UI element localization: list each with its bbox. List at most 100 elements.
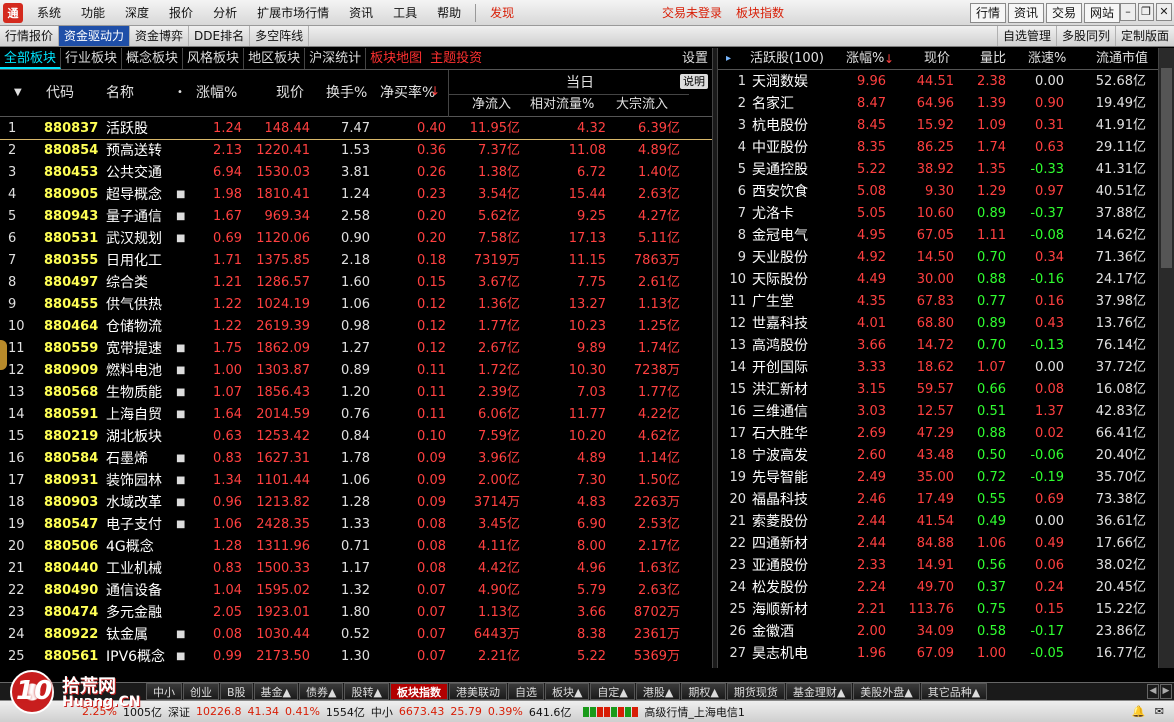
header-net-buy[interactable]: 净买率% <box>380 82 435 104</box>
menu-item[interactable]: 扩展市场行情 <box>247 0 339 26</box>
category-tab-red[interactable]: 板块地图 <box>366 48 426 69</box>
table-row[interactable]: 8 880497 综合类 1.21 1286.57 1.60 0.15 3.67亿 7.75 2.… <box>0 272 712 294</box>
pin-icon[interactable]: ▸ <box>726 48 731 70</box>
table-row[interactable]: 17 石大胜华 2.69 47.29 0.88 0.02 66.41亿 <box>718 423 1158 445</box>
table-row[interactable]: 4 中亚股份 8.35 86.25 1.74 0.63 29.11亿 <box>718 137 1158 159</box>
menu-item[interactable]: 工具 <box>383 0 427 26</box>
stock-table-scrollbar[interactable] <box>1158 48 1174 668</box>
header-stock-name[interactable]: 活跃股(100) <box>750 48 824 70</box>
table-row[interactable]: 19 880547 电子支付 ■ 1.06 2428.35 1.33 0.08 3.45亿 6.9… <box>0 514 712 536</box>
sort-arrow-icon[interactable]: ▼ <box>14 82 22 104</box>
settings-button[interactable]: 设置 <box>682 48 708 69</box>
header-code[interactable]: 代码 <box>46 82 74 104</box>
top-nav-button[interactable]: 资讯 <box>1007 3 1044 23</box>
header-relative[interactable]: 相对流量% <box>530 94 594 116</box>
header-vol-ratio[interactable]: 量比 <box>980 48 1006 70</box>
toolbar-right-button[interactable]: 多股同列 <box>1055 26 1115 46</box>
table-row[interactable]: 2 880854 预高送转 2.13 1220.41 1.53 0.36 7.37亿 11.08… <box>0 140 712 162</box>
table-row[interactable]: 21 880440 工业机械 0.83 1500.33 1.17 0.08 4.42亿 4.96… <box>0 558 712 580</box>
menu-item[interactable]: 帮助 <box>427 0 471 26</box>
toolbar-tab[interactable]: DDE排名 <box>189 26 251 46</box>
top-nav-button[interactable]: 交易 <box>1045 3 1082 23</box>
table-row[interactable]: 11 广生堂 4.35 67.83 0.77 0.16 37.98亿 <box>718 291 1158 313</box>
table-row[interactable]: 23 亚通股份 2.33 14.91 0.56 0.06 38.02亿 <box>718 555 1158 577</box>
market-tab[interactable]: 自定▲ <box>590 683 635 700</box>
table-row[interactable]: 18 880903 水域改革 ■ 0.96 1213.82 1.28 0.09 3714万 4.8… <box>0 492 712 514</box>
table-row[interactable]: 12 世嘉科技 4.01 68.80 0.89 0.43 13.76亿 <box>718 313 1158 335</box>
category-tab-red[interactable]: 主题投资 <box>426 48 486 69</box>
table-row[interactable]: 3 880453 公共交通 6.94 1530.03 3.81 0.26 1.38亿 6.72 1… <box>0 162 712 184</box>
table-row[interactable]: 22 四通新材 2.44 84.88 1.06 0.49 17.66亿 <box>718 533 1158 555</box>
table-row[interactable]: 5 880943 量子通信 ■ 1.67 969.34 2.58 0.20 5.62亿 9.25 4… <box>0 206 712 228</box>
market-tab[interactable]: 自选 <box>507 683 544 700</box>
market-tab[interactable]: 期货现货 <box>726 683 785 700</box>
table-row[interactable]: 24 880922 钛金属 ■ 0.08 1030.44 0.52 0.07 6443万 8.38… <box>0 624 712 646</box>
menu-item[interactable]: 报价 <box>159 0 203 26</box>
header-pct[interactable]: 涨幅% <box>196 82 237 104</box>
header-block[interactable]: 大宗流入 <box>616 94 668 116</box>
market-tab[interactable]: 港美联动 <box>448 683 507 700</box>
table-row[interactable]: 7 尤洛卡 5.05 10.60 0.89 -0.37 37.88亿 <box>718 203 1158 225</box>
table-row[interactable]: 5 吴通控股 5.22 38.92 1.35 -0.33 41.31亿 <box>718 159 1158 181</box>
table-row[interactable]: 20 880506 4G概念 1.28 1311.96 0.71 0.08 4.11亿 8.00… <box>0 536 712 558</box>
login-status[interactable]: 交易未登录 <box>662 0 722 26</box>
market-tab[interactable]: 其它品种▲ <box>920 683 988 700</box>
table-row[interactable]: 7 880355 日用化工 1.71 1375.85 2.18 0.18 7319万 11.15… <box>0 250 712 272</box>
table-row[interactable]: 16 三维通信 3.03 12.57 0.51 1.37 42.83亿 <box>718 401 1158 423</box>
header-name[interactable]: 名称 <box>106 82 134 104</box>
category-tab[interactable]: 风格板块 <box>183 48 245 69</box>
table-row[interactable]: 6 880531 武汉规划 ■ 0.69 1120.06 0.90 0.20 7.58亿 17.1… <box>0 228 712 250</box>
menu-item[interactable]: 资讯 <box>339 0 383 26</box>
header-turnover[interactable]: 换手% <box>326 82 367 104</box>
top-nav-button[interactable]: 行情 <box>969 3 1006 23</box>
market-tab[interactable]: 创业 <box>183 683 219 700</box>
table-row[interactable]: 21 索菱股份 2.44 41.54 0.49 0.00 36.61亿 <box>718 511 1158 533</box>
menu-item[interactable]: 分析 <box>203 0 247 26</box>
category-tab[interactable]: 沪深统计 <box>305 48 367 69</box>
market-tab[interactable]: 港股▲ <box>635 683 681 700</box>
category-tab[interactable]: 行业板块 <box>61 48 123 69</box>
header-price[interactable]: 现价 <box>276 82 304 104</box>
table-row[interactable]: 26 金徽酒 2.00 34.09 0.58 -0.17 23.86亿 <box>718 621 1158 643</box>
market-tab[interactable]: 板块▲ <box>544 683 590 700</box>
menu-item[interactable]: 系统 <box>27 0 71 26</box>
table-row[interactable]: 14 开创国际 3.33 18.62 1.07 0.00 37.72亿 <box>718 357 1158 379</box>
table-row[interactable]: 9 880455 供气供热 1.22 1024.19 1.06 0.12 1.36亿 13.27… <box>0 294 712 316</box>
top-nav-button[interactable]: 网站 <box>1083 3 1120 23</box>
category-tab[interactable]: 地区板块 <box>244 48 306 69</box>
table-row[interactable]: 27 昊志机电 1.96 67.09 1.00 -0.05 16.77亿 <box>718 643 1158 665</box>
header-inflow[interactable]: 净流入 <box>472 94 511 116</box>
table-row[interactable]: 14 880591 上海自贸 ■ 1.64 2014.59 0.76 0.11 6.06亿 11.… <box>0 404 712 426</box>
table-row[interactable]: 13 高鸿股份 3.66 14.72 0.70 -0.13 76.14亿 <box>718 335 1158 357</box>
explain-button[interactable]: 说明 <box>680 74 708 89</box>
market-tab[interactable]: 基金▲ <box>253 683 299 700</box>
market-tab[interactable]: 期权▲ <box>681 683 726 700</box>
market-tab[interactable]: 债券▲ <box>299 683 344 700</box>
toolbar-tab[interactable]: 资金驱动力 <box>59 26 131 46</box>
restore-icon[interactable]: ❐ <box>1138 3 1154 21</box>
header-stock-pct[interactable]: 涨幅% <box>846 48 884 70</box>
table-row[interactable]: 25 海顺新材 2.21 113.76 0.75 0.15 15.22亿 <box>718 599 1158 621</box>
toolbar-tab[interactable]: 资金博弈 <box>130 26 190 46</box>
server-name[interactable]: 高级行情_上海电信1 <box>644 704 745 720</box>
market-tab[interactable]: 板块指数 <box>389 683 448 700</box>
table-row[interactable]: 25 880561 IPV6概念 ■ 0.99 2173.50 1.30 0.07 2.21亿 5… <box>0 646 712 668</box>
table-row[interactable]: 3 杭电股份 8.45 15.92 1.09 0.31 41.91亿 <box>718 115 1158 137</box>
table-row[interactable]: 16 880584 石墨烯 ■ 0.83 1627.31 1.78 0.09 3.96亿 4.89… <box>0 448 712 470</box>
table-row[interactable]: 11 880559 宽带提速 ■ 1.75 1862.09 1.27 0.12 2.67亿 9.8… <box>0 338 712 360</box>
menu-discover[interactable]: 发现 <box>480 0 524 26</box>
table-row[interactable]: 20 福晶科技 2.46 17.49 0.55 0.69 73.38亿 <box>718 489 1158 511</box>
header-speed[interactable]: 涨速% <box>1028 48 1066 70</box>
table-row[interactable]: 15 洪汇新材 3.15 59.57 0.66 0.08 16.08亿 <box>718 379 1158 401</box>
table-row[interactable]: 10 天际股份 4.49 30.00 0.88 -0.16 24.17亿 <box>718 269 1158 291</box>
menu-item[interactable]: 功能 <box>71 0 115 26</box>
table-row[interactable]: 2 名家汇 8.47 64.96 1.39 0.90 19.49亿 <box>718 93 1158 115</box>
close-icon[interactable]: ✕ <box>1156 3 1172 21</box>
minimize-icon[interactable]: – <box>1120 3 1136 21</box>
table-row[interactable]: 6 西安饮食 5.08 9.30 1.29 0.97 40.51亿 <box>718 181 1158 203</box>
table-row[interactable]: 17 880931 装饰园林 ■ 1.34 1101.44 1.06 0.09 2.00亿 7.3… <box>0 470 712 492</box>
header-cap[interactable]: 流通市值 <box>1096 48 1148 70</box>
table-row[interactable]: 13 880568 生物质能 ■ 1.07 1856.43 1.20 0.11 2.39亿 7.0… <box>0 382 712 404</box>
toolbar-right-button[interactable]: 自选管理 <box>996 26 1056 46</box>
header-stock-price[interactable]: 现价 <box>924 48 950 70</box>
